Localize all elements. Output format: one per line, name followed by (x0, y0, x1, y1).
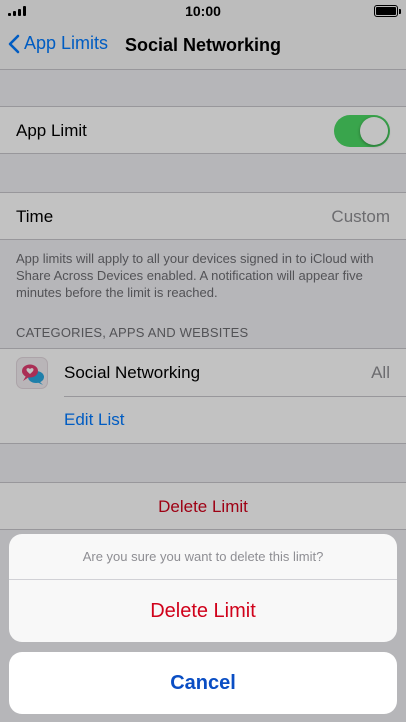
delete-limit-button[interactable]: Delete Limit (9, 580, 397, 642)
cancel-sheet: Cancel (9, 652, 397, 714)
cancel-button[interactable]: Cancel (9, 652, 397, 714)
action-sheet: Are you sure you want to delete this lim… (9, 534, 397, 642)
action-sheet-message: Are you sure you want to delete this lim… (9, 534, 397, 580)
